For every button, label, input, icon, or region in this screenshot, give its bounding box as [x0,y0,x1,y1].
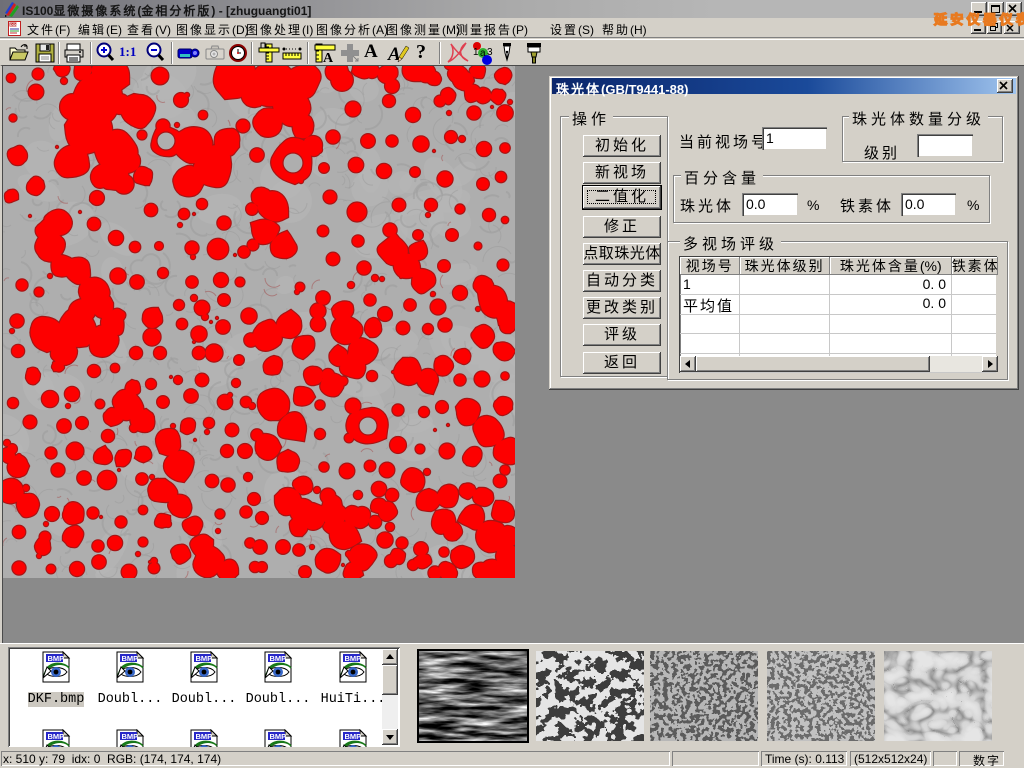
svg-text:DOC: DOC [10,23,18,27]
svg-text:3: 3 [487,47,493,58]
svg-text:a: a [480,48,486,59]
svg-text:1: 1 [473,47,479,58]
svg-text:A: A [387,44,401,65]
svg-text:A: A [323,51,334,65]
